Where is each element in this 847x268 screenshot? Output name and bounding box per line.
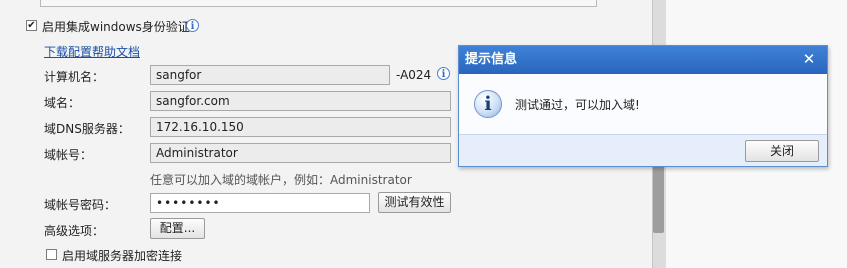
computer-name-label: 计算机名： [44, 70, 105, 84]
test-validity-button[interactable]: 测试有效性 [378, 192, 451, 213]
info-icon[interactable]: i [186, 19, 199, 32]
dialog-close-button[interactable]: 关闭 [745, 140, 819, 162]
password-label: 域帐号密码： [44, 198, 117, 212]
config-button[interactable]: 配置... [150, 218, 205, 239]
info-dialog: 提示信息 ✕ i 测试通过，可以加入域! 关闭 [458, 45, 828, 167]
help-doc-link[interactable]: 下载配置帮助文档 [44, 43, 140, 60]
top-frame [40, 0, 597, 7]
dialog-title: 提示信息 [459, 46, 827, 74]
computer-name-suffix: -A024 [396, 68, 432, 82]
domain-account-field[interactable] [150, 143, 451, 163]
integrated-auth-label: 启用集成windows身份验证 [42, 20, 190, 34]
computer-name-info-icon[interactable]: i [437, 67, 450, 80]
dialog-body: i 测试通过，可以加入域! [459, 74, 827, 135]
domain-field[interactable] [150, 91, 451, 111]
domain-account-label: 域帐号： [44, 148, 93, 162]
encrypt-label: 启用域服务器加密连接 [62, 249, 183, 263]
account-hint: 任意可以加入域的域帐户，例如：Administrator [150, 173, 412, 187]
close-icon[interactable]: ✕ [801, 50, 817, 68]
computer-name-field[interactable] [150, 65, 390, 85]
integrated-auth-checkbox[interactable]: ✔ [26, 20, 37, 31]
information-icon: i [474, 90, 502, 118]
dns-server-field[interactable] [150, 117, 451, 137]
encrypt-checkbox[interactable] [46, 249, 57, 260]
dns-server-label: 域DNS服务器： [44, 122, 130, 136]
password-field[interactable] [150, 193, 370, 213]
dialog-message: 测试通过，可以加入域! [515, 98, 640, 112]
domain-label: 域名： [44, 96, 81, 110]
advanced-options-label: 高级选项： [44, 224, 105, 238]
